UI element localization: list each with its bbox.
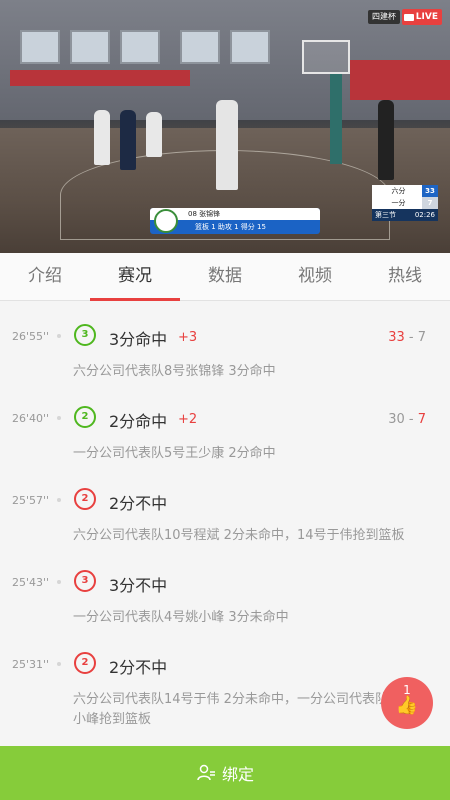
score-separator: - (404, 330, 418, 345)
backboard (302, 40, 350, 74)
list-item: 26'40'' 2 2分命中 +2 30 - 7 一分公司代表队5号王少康 2分… (0, 384, 450, 466)
event-description: 六分公司代表队8号张锦锋 3分命中 (73, 364, 276, 379)
player-figure (94, 110, 110, 165)
live-label: LIVE (415, 12, 438, 22)
gym-banner (350, 60, 450, 100)
game-clock: 02:26 (414, 211, 435, 219)
basketball-icon: 2 (74, 652, 96, 674)
team-logo-icon (154, 209, 178, 233)
score-b: 7 (417, 330, 426, 345)
player-stats-overlay: 08 张锦锋 篮板 1 助攻 1 得分 15 (150, 208, 320, 234)
event-time: 25'31'' (12, 658, 50, 671)
live-video-player[interactable]: 四建杯 LIVE 08 张锦锋 篮板 1 助攻 1 得分 15 六分 33 一分… (0, 0, 450, 253)
tab-intro[interactable]: 介绍 (0, 253, 90, 300)
event-time: 25'57'' (12, 494, 50, 507)
player-figure (216, 100, 238, 190)
score-separator: - (404, 412, 418, 427)
cup-tag: 四建杯 (368, 10, 400, 24)
score-a: 33 (388, 330, 405, 345)
hoop-stand (330, 74, 342, 164)
event-title: 3分命中 (109, 330, 168, 349)
basketball-icon: 3 (74, 570, 96, 592)
period-label: 第三节 (375, 211, 396, 219)
gym-window (20, 30, 60, 64)
running-score: 30 - 7 (388, 412, 426, 427)
bind-label: 绑定 (221, 765, 254, 784)
tab-stats[interactable]: 数据 (180, 253, 270, 300)
event-title: 2分不中 (109, 658, 168, 677)
team-b-score: 7 (422, 197, 438, 209)
gym-window (120, 30, 160, 64)
basketball-icon: 2 (74, 406, 96, 428)
gym-window (70, 30, 110, 64)
tab-bar: 介绍 赛况 数据 视频 热线 (0, 253, 450, 301)
running-score: 33 - 7 (388, 330, 426, 345)
timeline-dot (57, 662, 61, 666)
camera-icon (403, 13, 414, 21)
player-figure (120, 110, 136, 170)
event-title: 2分不中 (109, 494, 168, 513)
bind-button[interactable]: 绑定 (0, 746, 450, 800)
event-title: 2分命中 (109, 412, 168, 431)
team-a-score: 33 (422, 185, 438, 197)
team-a-name: 六分 (372, 185, 422, 197)
list-item: 25'57'' 2 2分不中 六分公司代表队10号程斌 2分未命中，14号于伟抢… (0, 466, 450, 548)
timeline-dot (57, 416, 61, 420)
event-description: 六分公司代表队14号于伟 2分未命中，一分公司代表队4号姚小峰抢到篮板 (73, 692, 423, 727)
list-item: 25'43'' 3 3分不中 一分公司代表队4号姚小峰 3分未命中 (0, 548, 450, 630)
tab-video[interactable]: 视频 (270, 253, 360, 300)
gym-window (230, 30, 270, 64)
event-description: 一分公司代表队4号姚小峰 3分未命中 (73, 610, 289, 625)
points-added: +3 (178, 330, 198, 345)
timeline-dot (57, 498, 61, 502)
timeline-dot (57, 334, 61, 338)
tab-hotline[interactable]: 热线 (360, 253, 450, 300)
live-badge: LIVE (401, 9, 442, 25)
person-bind-icon (197, 764, 215, 781)
team-b-name: 一分 (372, 197, 422, 209)
basketball-icon: 2 (74, 488, 96, 510)
basketball-icon: 3 (74, 324, 96, 346)
like-button[interactable]: 1 👍 (381, 677, 433, 729)
tab-live-feed[interactable]: 赛况 (90, 253, 180, 301)
event-title: 3分不中 (109, 576, 168, 595)
score-a: 30 (388, 412, 405, 427)
event-time: 26'40'' (12, 412, 50, 425)
event-description: 一分公司代表队5号王少康 2分命中 (73, 446, 276, 461)
gym-window (180, 30, 220, 64)
gym-banner (10, 70, 190, 86)
referee-figure (378, 100, 394, 180)
player-figure (146, 112, 162, 157)
points-added: +2 (178, 412, 198, 427)
event-description: 六分公司代表队10号程斌 2分未命中，14号于伟抢到篮板 (73, 528, 405, 543)
scoreboard-overlay: 六分 33 一分 7 第三节 02:26 (372, 185, 438, 221)
like-count: 1 (403, 683, 411, 697)
event-time: 26'55'' (12, 330, 50, 343)
list-item: 26'55'' 3 3分命中 +3 33 - 7 六分公司代表队8号张锦锋 3分… (0, 302, 450, 384)
timeline-dot (57, 580, 61, 584)
thumbs-up-icon: 👍 (395, 695, 419, 716)
score-b: 7 (417, 412, 426, 427)
event-time: 25'43'' (12, 576, 50, 589)
